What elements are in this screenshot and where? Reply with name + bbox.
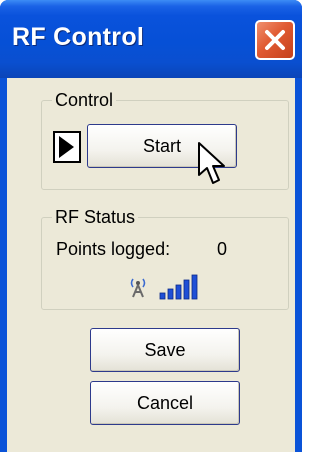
- antenna-icon: [130, 278, 146, 298]
- window-title: RF Control: [12, 23, 145, 51]
- signal-strength-icon: [159, 274, 198, 300]
- play-icon: [59, 136, 74, 158]
- cancel-button[interactable]: Cancel: [90, 381, 240, 425]
- close-icon: [265, 30, 285, 50]
- play-toggle[interactable]: [53, 131, 81, 163]
- rf-status-group-title: RF Status: [52, 205, 139, 229]
- mouse-cursor-icon: [198, 142, 225, 184]
- rf-status-groupbox: RF Status Points logged: 0: [41, 205, 289, 310]
- control-group-title: Control: [52, 88, 117, 112]
- dialog-body: Control Start RF Status Points logged: 0: [7, 78, 295, 452]
- points-logged-value: 0: [217, 239, 228, 259]
- rf-control-window: RF Control Control Start RF Status Point…: [0, 0, 302, 452]
- save-button[interactable]: Save: [90, 328, 240, 372]
- close-button[interactable]: [255, 20, 295, 60]
- title-bar[interactable]: RF Control: [0, 0, 302, 78]
- points-logged-label: Points logged:: [56, 239, 171, 259]
- control-groupbox: Control Start: [41, 88, 289, 190]
